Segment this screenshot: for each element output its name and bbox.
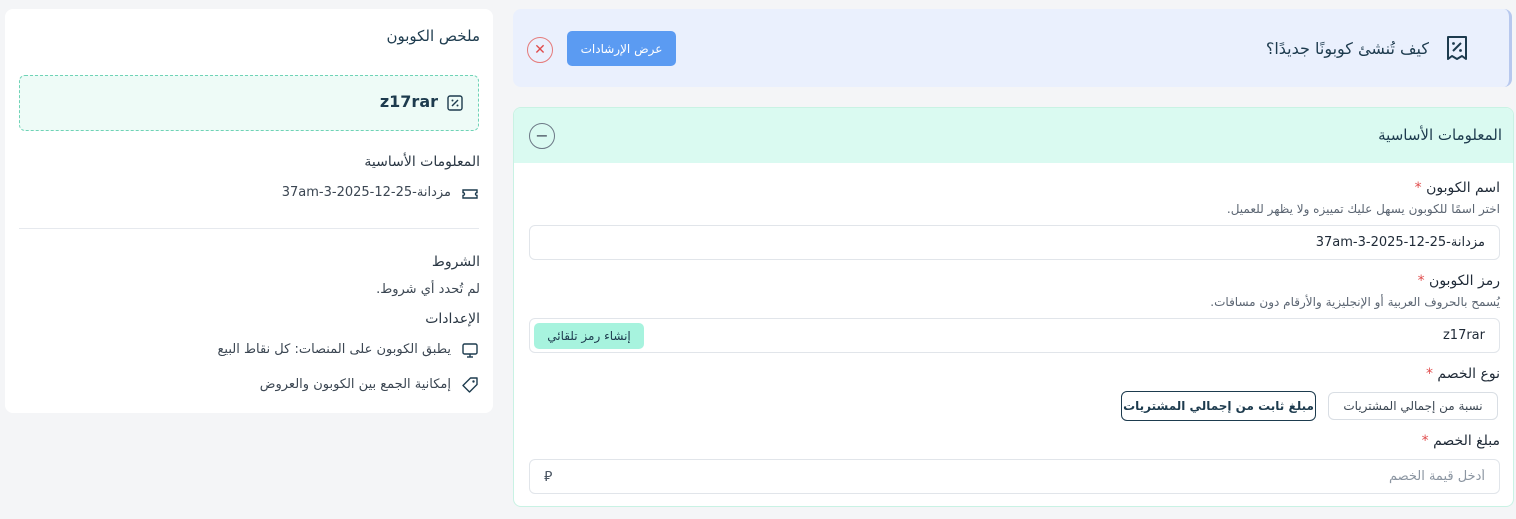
summary-divider [19, 228, 479, 229]
close-icon[interactable]: ✕ [527, 37, 553, 63]
guide-title: كيف تُنشئ كوبونًا جديدًا؟ [1265, 39, 1429, 58]
summary-combine: إمكانية الجمع بين الكوبون والعروض [259, 377, 451, 392]
summary-conditions-value: لم تُحدد أي شروط. [376, 282, 480, 297]
coupon-summary-card: ملخص الكوبون z17rar المعلومات الأساسية م… [5, 9, 493, 413]
required-mark: * [1414, 180, 1422, 196]
riyal-currency-icon: ⃁ [544, 469, 553, 485]
summary-conditions-heading: الشروط [431, 254, 480, 270]
monitor-icon [462, 343, 478, 358]
basic-info-card: المعلومات الأساسية − اسم الكوبون * اختر … [513, 107, 1514, 507]
coupon-guide-icon [1447, 36, 1467, 60]
summary-platforms: يطبق الكوبون على المنصات: كل نقاط البيع [217, 342, 452, 357]
summary-basic-heading: المعلومات الأساسية [364, 154, 480, 170]
required-mark: * [1421, 433, 1429, 449]
coupon-icon [447, 95, 463, 111]
coupon-name-hint: اختر اسمًا للكوبون يسهل عليك تمييزه ولا … [1226, 202, 1500, 216]
discount-option-percentage[interactable]: نسبة من إجمالي المشتريات [1328, 392, 1498, 420]
tag-icon [462, 377, 478, 393]
coupon-name-input[interactable] [529, 225, 1500, 260]
discount-amount-label: مبلغ الخصم * [1421, 433, 1500, 449]
discount-amount-input[interactable] [529, 459, 1500, 494]
summary-coupon-name: مزدانة-25-12-2025-3-37am [281, 185, 451, 200]
coupon-name-label: اسم الكوبون * [1414, 180, 1500, 196]
required-mark: * [1425, 366, 1433, 382]
required-mark: * [1417, 273, 1425, 289]
summary-code-box: z17rar [19, 75, 479, 131]
show-guide-button[interactable]: عرض الإرشادات [567, 31, 676, 66]
collapse-icon[interactable]: − [529, 123, 555, 149]
guide-banner: كيف تُنشئ كوبونًا جديدًا؟ عرض الإرشادات … [513, 9, 1512, 87]
summary-code: z17rar [379, 92, 438, 111]
coupon-code-input[interactable] [529, 318, 1500, 353]
coupon-code-hint: يُسمح بالحروف العربية أو الإنجليزية والأ… [1210, 295, 1500, 309]
summary-title: ملخص الكوبون [386, 27, 480, 45]
summary-settings-heading: الإعدادات [425, 311, 480, 327]
discount-option-fixed[interactable]: مبلغ ثابت من إجمالي المشتريات [1121, 391, 1316, 421]
generate-code-button[interactable]: إنشاء رمز تلقائي [534, 323, 644, 349]
ticket-icon [462, 189, 478, 199]
discount-type-label: نوع الخصم * [1425, 366, 1500, 382]
coupon-code-label: رمز الكوبون * [1417, 273, 1500, 289]
basic-info-title: المعلومات الأساسية [1378, 126, 1502, 144]
basic-info-header[interactable]: المعلومات الأساسية − [514, 108, 1513, 163]
